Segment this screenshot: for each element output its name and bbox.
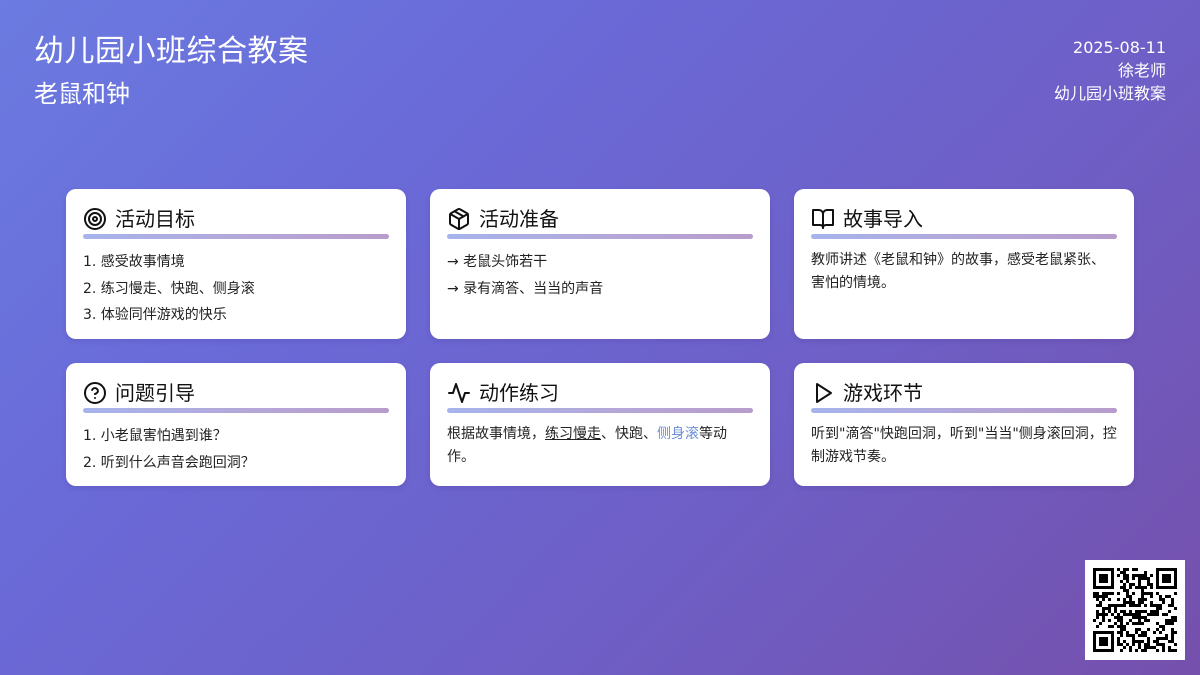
card-questions: 问题引导 1. 小老鼠害怕遇到谁？ 2. 听到什么声音会跑回洞？ — [66, 363, 406, 486]
list-item: 2. 听到什么声音会跑回洞？ — [83, 454, 255, 471]
card-title: 活动目标 — [115, 207, 195, 231]
list-item: 3. 体验同伴游戏的快乐 — [83, 307, 227, 323]
title-block: 幼儿园小班综合教案 老鼠和钟 — [34, 32, 309, 110]
box-icon — [449, 208, 469, 230]
card-title: 游戏环节 — [843, 381, 923, 405]
goals-list: 1. 感受故事情境 2. 练习慢走、快跑、侧身滚 3. 体验同伴游戏的快乐 — [83, 249, 389, 329]
card-divider — [83, 408, 389, 413]
list-item: 1. 感受故事情境 — [83, 254, 185, 270]
card-title: 活动准备 — [479, 207, 559, 231]
activity-icon — [448, 383, 470, 403]
list-item: 2. 练习慢走、快跑、侧身滚 — [83, 280, 255, 297]
meta-teacher: 徐老师 — [1117, 61, 1166, 80]
page-subtitle: 老鼠和钟 — [34, 80, 130, 108]
card-header: 故事导入 — [811, 205, 1117, 233]
card-divider — [811, 408, 1117, 413]
practice-highlighted-term: 侧身滚 — [657, 426, 699, 442]
help-circle-icon — [84, 382, 106, 404]
qr-code — [1085, 560, 1185, 660]
game-text: 听到"滴答"快跑回洞，听到"当当"侧身滚回洞，控制游戏节奏。 — [811, 426, 1117, 465]
card-header: 动作练习 — [447, 379, 753, 407]
card-divider — [811, 234, 1117, 239]
practice-underlined-term: 练习慢走 — [545, 426, 601, 442]
card-title: 问题引导 — [115, 381, 195, 405]
card-game: 游戏环节 听到"滴答"快跑回洞，听到"当当"侧身滚回洞，控制游戏节奏。 — [794, 363, 1134, 486]
card-practice: 动作练习 根据故事情境，练习慢走、快跑、侧身滚等动作。 — [430, 363, 770, 486]
list-item: 1. 小老鼠害怕遇到谁？ — [83, 428, 227, 444]
prep-list: → 老鼠头饰若干 → 录有滴答、当当的声音 — [447, 249, 753, 302]
card-divider — [447, 234, 753, 239]
card-divider — [447, 408, 753, 413]
card-divider — [83, 234, 389, 239]
book-open-icon — [812, 209, 834, 229]
play-icon — [816, 383, 832, 403]
practice-text-middle: 、快跑、 — [601, 426, 657, 442]
qr-code-icon — [1093, 568, 1177, 652]
card-goals: 活动目标 1. 感受故事情境 2. 练习慢走、快跑、侧身滚 3. 体验同伴游戏的… — [66, 189, 406, 339]
meta-block: 2025-08-11 徐老师 幼儿园小班教案 — [1054, 36, 1166, 105]
list-item: → 录有滴答、当当的声音 — [447, 280, 604, 297]
card-preparation: 活动准备 → 老鼠头饰若干 → 录有滴答、当当的声音 — [430, 189, 770, 339]
card-title: 动作练习 — [479, 381, 559, 405]
practice-text-before: 根据故事情境， — [447, 426, 545, 442]
card-header: 活动准备 — [447, 205, 753, 233]
card-header: 游戏环节 — [811, 379, 1117, 407]
list-item: → 老鼠头饰若干 — [447, 254, 548, 270]
target-icon — [84, 208, 106, 230]
page-title: 幼儿园小班综合教案 — [34, 34, 309, 69]
lesson-plan-page: 幼儿园小班综合教案 老鼠和钟 2025-08-11 徐老师 幼儿园小班教案 活动… — [0, 0, 1200, 675]
questions-list: 1. 小老鼠害怕遇到谁？ 2. 听到什么声音会跑回洞？ — [83, 423, 389, 476]
story-text: 教师讲述《老鼠和钟》的故事，感受老鼠紧张、害怕的情境。 — [811, 252, 1105, 291]
meta-date: 2025-08-11 — [1073, 38, 1166, 57]
card-header: 问题引导 — [83, 379, 389, 407]
meta-category: 幼儿园小班教案 — [1053, 84, 1166, 103]
practice-text: 根据故事情境，练习慢走、快跑、侧身滚等动作。 — [447, 423, 753, 469]
card-grid: 活动目标 1. 感受故事情境 2. 练习慢走、快跑、侧身滚 3. 体验同伴游戏的… — [66, 189, 1134, 486]
card-story: 故事导入 教师讲述《老鼠和钟》的故事，感受老鼠紧张、害怕的情境。 — [794, 189, 1134, 339]
card-title: 故事导入 — [843, 207, 923, 231]
card-header: 活动目标 — [83, 205, 389, 233]
